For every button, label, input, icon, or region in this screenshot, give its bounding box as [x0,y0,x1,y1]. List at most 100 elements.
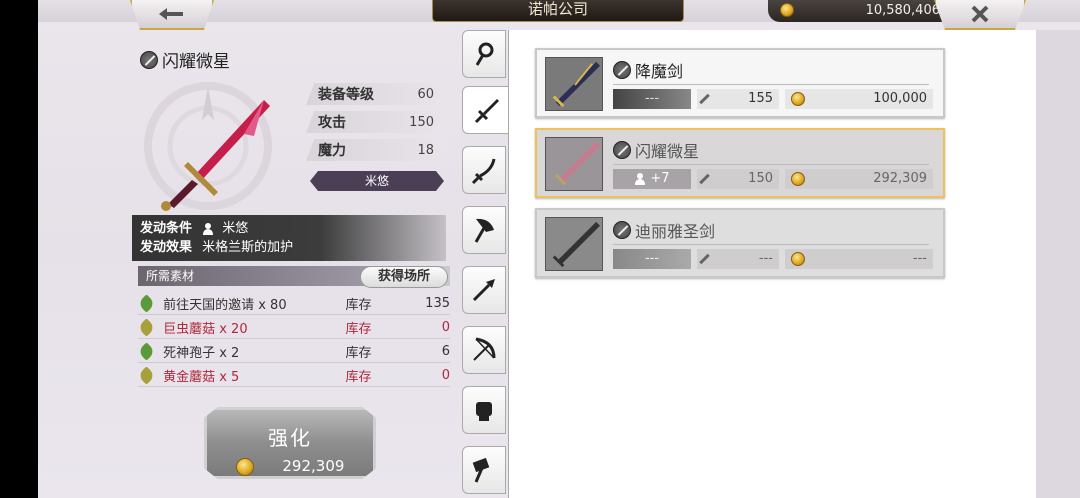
gold-amount: 10,580,406 [865,3,940,18]
get-location-button[interactable]: 获得场所 [360,266,448,288]
gold-coin-icon [791,172,805,186]
person-icon [634,172,646,185]
owner-cell: +7 [613,169,691,189]
item-name: 闪耀微星 [635,142,700,161]
stock-qty: 0 [441,368,450,383]
owner-value: +7 [650,171,670,186]
divider [613,244,929,245]
stock-label: 库存 [345,298,372,313]
stat-value: 150 [409,114,434,130]
attack-icon [699,93,710,105]
mushroom-icon [138,368,155,384]
skill-info: 发动条件 米悠 发动效果 米格兰斯的加护 [132,215,446,261]
enhance-button[interactable]: 强化 292,309 [204,407,376,479]
item-name: 降魔剑 [635,62,684,81]
stat-label: 装备等级 [318,87,374,103]
spear-icon [472,279,495,302]
material-row[interactable]: 前往天国的邀请 x 80 库存 135 [138,293,450,315]
tab-staff[interactable] [462,30,506,78]
condition-value: 米悠 [222,221,249,236]
stat-value: 18 [417,142,434,158]
stock-qty: 135 [425,296,450,311]
gold-counter: 10,580,406 [768,0,958,22]
stat-magic: 魔力 18 [306,139,444,161]
attack-value: 155 [748,91,773,106]
skill-condition: 发动条件 米悠 [140,219,438,238]
tab-hammer[interactable] [462,446,506,494]
axe-icon [474,218,494,243]
spore-icon [138,344,155,360]
stock-label: 库存 [345,346,372,361]
price-cell: 100,000 [785,89,933,109]
stat-attack: 攻击 150 [306,111,444,133]
weapon-list-item-selected[interactable]: 闪耀微星 +7 150 292,309 [535,128,945,198]
sword-type-icon [613,61,631,79]
attack-value: --- [758,251,773,266]
weapon-thumbnail [545,57,603,111]
sword-type-icon [613,141,631,159]
owner-cell: --- [613,89,691,109]
item-title: 闪耀微星 [613,138,699,162]
material-row[interactable]: 巨虫蘑菇 x 20 库存 0 [138,317,450,339]
owner-tag: 米悠 [310,171,444,191]
attack-cell: 155 [697,89,779,109]
material-row[interactable]: 黄金蘑菇 x 5 库存 0 [138,365,450,387]
gold-coin-icon [791,92,805,106]
stat-level: 装备等级 60 [306,83,444,105]
material-name: 死神孢子 x 2 [163,346,240,361]
stat-label: 攻击 [318,115,346,131]
skill-effect: 发动效果 米格兰斯的加护 [140,238,438,257]
back-arrow-icon [159,8,183,20]
right-edge-panel [1036,30,1080,498]
tab-bow[interactable] [462,326,506,374]
attack-cell: --- [697,249,779,269]
tab-fist[interactable] [462,386,506,434]
tab-katana[interactable] [462,146,506,194]
owner-cell: --- [613,249,691,269]
game-screen: 诺帕公司 10,580,406 闪耀微星 装备等级 60 攻击 150 魔力 1… [38,0,1080,498]
weapon-list-item[interactable]: 降魔剑 --- 155 100,000 [535,48,945,118]
material-name: 前往天国的邀请 x 80 [163,298,287,313]
price-cell: --- [785,249,933,269]
price-value: 292,309 [873,171,927,186]
gold-coin-icon [791,252,805,266]
katana-icon [471,158,496,184]
gold-coin-icon [780,3,794,17]
bow-icon [473,337,496,361]
weapon-list-item-locked[interactable]: 迪丽雅圣剑 --- --- --- [535,208,945,278]
weapon-list: 降魔剑 --- 155 100,000 闪耀微星 +7 150 292,309 … [508,30,1036,498]
sword-type-icon [140,50,158,69]
material-name: 黄金蘑菇 x 5 [163,370,240,385]
weapon-thumbnail [545,217,603,271]
attack-icon [699,173,710,185]
person-icon [202,222,214,235]
back-button[interactable] [130,0,214,30]
weapon-name: 闪耀微星 [162,52,230,72]
effect-label: 发动效果 [140,240,193,255]
stock-qty: 6 [441,344,450,359]
material-row[interactable]: 死神孢子 x 2 库存 6 [138,341,450,363]
enhance-cost-value: 292,309 [282,457,345,475]
close-button[interactable] [934,0,1026,30]
tab-sword[interactable] [462,86,510,134]
effect-value: 米格兰斯的加护 [202,240,294,255]
attack-icon [699,253,710,265]
staff-icon [475,42,494,66]
item-name: 迪丽雅圣剑 [635,222,716,241]
weapon-image [144,82,272,211]
price-value: 100,000 [873,91,927,106]
tab-axe[interactable] [462,206,506,254]
stock-qty: 0 [441,320,450,335]
material-name: 巨虫蘑菇 x 20 [163,322,248,337]
price-value: --- [912,251,927,266]
stat-value: 60 [417,86,434,102]
mushroom-icon [138,320,155,336]
tab-spear[interactable] [462,266,506,314]
weapon-thumbnail [545,137,603,191]
enhance-cost: 292,309 [207,457,373,476]
item-title: 降魔剑 [613,58,683,82]
attack-cell: 150 [697,169,779,189]
divider [613,164,929,165]
divider [613,84,929,85]
close-icon [971,5,989,23]
